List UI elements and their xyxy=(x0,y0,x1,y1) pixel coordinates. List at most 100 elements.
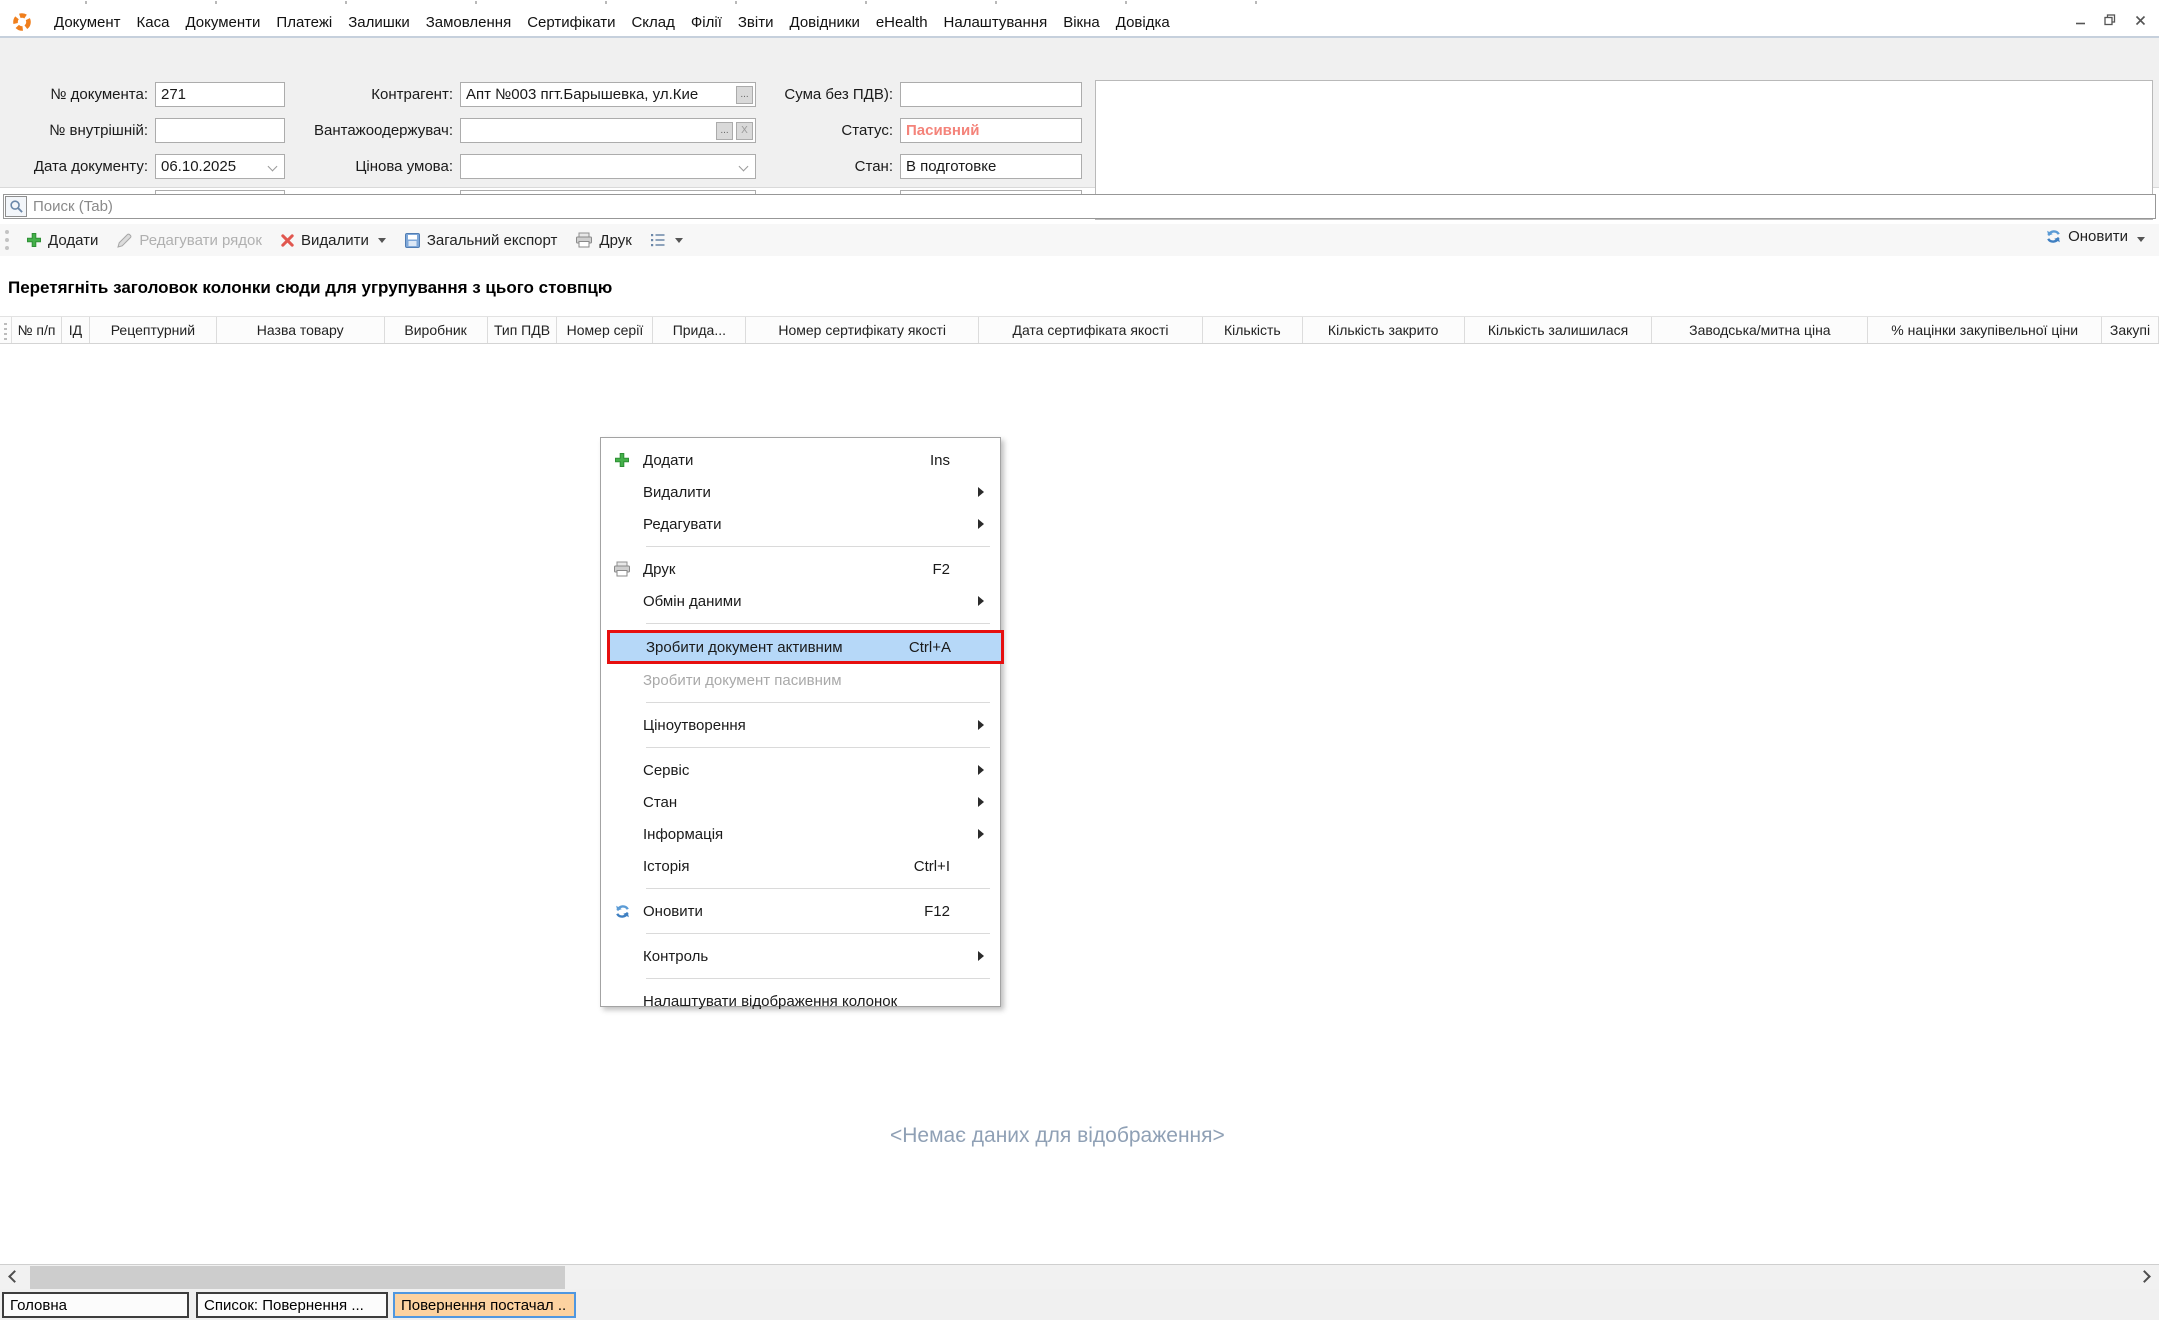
sum-no-vat-label: Сума без ПДВ): xyxy=(740,82,893,107)
context-menu-item[interactable]: Інформація xyxy=(601,818,1000,850)
menubar-item[interactable]: Довідники xyxy=(782,11,868,34)
menubar-item[interactable]: Склад xyxy=(623,11,682,34)
menubar-item[interactable]: Налаштування xyxy=(936,11,1056,34)
column-header[interactable]: ІД xyxy=(62,317,90,343)
menu-item-label: Видалити xyxy=(643,484,1000,501)
menu-separator xyxy=(646,747,990,748)
submenu-arrow-icon xyxy=(978,519,984,529)
menubar-item[interactable]: Каса xyxy=(129,11,178,34)
refresh-icon xyxy=(2045,228,2062,245)
table-header-row: № п/пІДРецептурнийНазва товаруВиробникТи… xyxy=(0,316,2159,344)
menubar-item[interactable]: Замовлення xyxy=(418,11,519,34)
menubar-item[interactable]: Залишки xyxy=(340,11,418,34)
column-header[interactable]: Кількість xyxy=(1203,317,1303,343)
context-menu-item[interactable]: Налаштувати відображення колонок xyxy=(601,985,1000,1017)
menubar-item[interactable]: eHealth xyxy=(868,11,936,34)
bottom-tab[interactable]: Головна xyxy=(2,1292,189,1318)
column-header[interactable]: Номер серії xyxy=(557,317,653,343)
toolbar-button[interactable]: Додати xyxy=(19,228,105,253)
chevron-down-icon xyxy=(378,238,386,243)
close-icon[interactable] xyxy=(2129,10,2151,30)
sum-no-vat-field[interactable] xyxy=(900,82,1082,107)
context-menu-item-highlighted[interactable]: Зробити документ активнимCtrl+A xyxy=(607,630,1004,664)
column-header[interactable]: Виробник xyxy=(385,317,488,343)
context-menu-item[interactable]: Обмін даними xyxy=(601,585,1000,617)
context-menu-item[interactable]: Стан xyxy=(601,786,1000,818)
restore-icon[interactable] xyxy=(2099,10,2121,30)
bottom-tab[interactable]: Повернення постачал .. xyxy=(393,1292,576,1318)
menubar-item[interactable]: Документ xyxy=(46,11,129,34)
doc-date-field[interactable]: 06.10.2025 xyxy=(155,154,285,179)
toolbar-button-label: Друк xyxy=(599,232,631,249)
column-header[interactable]: Кількість закрито xyxy=(1303,317,1465,343)
column-header[interactable]: Закупі xyxy=(2102,317,2159,343)
consignee-field[interactable]: ...X xyxy=(460,118,756,143)
column-header[interactable]: Тип ПДВ xyxy=(488,317,558,343)
menubar-item[interactable]: Платежі xyxy=(268,11,340,34)
price-condition-combobox[interactable] xyxy=(460,154,756,179)
context-menu-item[interactable]: ОновитиF12 xyxy=(601,895,1000,927)
column-header[interactable]: Назва товару xyxy=(217,317,385,343)
horizontal-scrollbar[interactable] xyxy=(0,1264,2159,1289)
context-menu-item[interactable]: Ціноутворення xyxy=(601,709,1000,741)
doc-number-field[interactable]: 271 xyxy=(155,82,285,107)
contractor-field[interactable]: Апт №003 пгт.Барышевка, ул.Кие... xyxy=(460,82,756,107)
context-menu-item[interactable]: Зробити документ пасивним xyxy=(601,664,1000,696)
contractor-value: Апт №003 пгт.Барышевка, ул.Кие xyxy=(466,86,698,103)
context-menu-item[interactable]: ДодатиIns xyxy=(601,444,1000,476)
column-header[interactable]: Дата сертифіката якості xyxy=(979,317,1203,343)
scroll-right-icon[interactable] xyxy=(2138,1270,2151,1283)
bottom-tab[interactable]: Список: Повернення ... xyxy=(196,1292,388,1318)
scrollbar-thumb[interactable] xyxy=(30,1266,565,1289)
toolbar-view-button[interactable] xyxy=(643,229,690,251)
table-content-area[interactable]: <Немає даних для відображення> xyxy=(0,344,2159,1263)
submenu-arrow-icon xyxy=(978,765,984,775)
minimize-icon[interactable] xyxy=(2069,10,2091,30)
toolbar-button[interactable]: Редагувати рядок xyxy=(109,228,269,253)
context-menu-item[interactable]: ДрукF2 xyxy=(601,553,1000,585)
refresh-button[interactable]: Оновити xyxy=(2045,228,2145,245)
menubar-item[interactable]: Довідка xyxy=(1108,11,1178,34)
export-icon xyxy=(404,232,421,249)
menubar-item[interactable]: Сертифікати xyxy=(519,11,623,34)
header-grip-icon[interactable] xyxy=(0,317,12,343)
contractor-label: Контрагент: xyxy=(285,82,453,107)
toolbar-grip[interactable] xyxy=(5,230,9,250)
column-header[interactable]: № п/п xyxy=(12,317,62,343)
consignee-label: Вантажоодержувач: xyxy=(285,118,453,143)
refresh-label: Оновити xyxy=(2068,228,2128,245)
context-menu-item[interactable]: Контроль xyxy=(601,940,1000,972)
menubar-item[interactable]: Звіти xyxy=(730,11,782,34)
menu-separator xyxy=(646,623,990,624)
column-header[interactable]: Кількість залишилася xyxy=(1465,317,1653,343)
context-menu-item[interactable]: Сервіс xyxy=(601,754,1000,786)
search-icon[interactable] xyxy=(5,196,27,217)
doc-number-label: № документа: xyxy=(5,82,148,107)
chevron-down-icon xyxy=(2137,237,2145,242)
search-input[interactable]: Поиск (Tab) xyxy=(3,194,2156,219)
internal-number-field[interactable] xyxy=(155,118,285,143)
menubar-item[interactable]: Філії xyxy=(683,11,730,34)
column-header[interactable]: % націнки закупівельної ціни xyxy=(1868,317,2102,343)
menubar-item[interactable]: Документи xyxy=(177,11,268,34)
context-menu-item[interactable]: Видалити xyxy=(601,476,1000,508)
toolbar-button[interactable]: Загальний експорт xyxy=(397,228,565,253)
groupby-band[interactable]: Перетягніть заголовок колонки сюди для у… xyxy=(0,258,2159,316)
toolbar-button[interactable]: Друк xyxy=(568,228,638,253)
state-label: Стан: xyxy=(740,154,893,179)
price-condition-label: Цінова умова: xyxy=(285,154,453,179)
window-controls xyxy=(2069,10,2151,30)
column-header[interactable]: Рецептурний xyxy=(90,317,217,343)
column-header[interactable]: Прида... xyxy=(653,317,746,343)
column-header[interactable]: Заводська/митна ціна xyxy=(1652,317,1868,343)
context-menu-item[interactable]: Редагувати xyxy=(601,508,1000,540)
menu-item-label: Сервіс xyxy=(643,762,1000,779)
ellipsis-button[interactable]: ... xyxy=(716,122,733,140)
toolbar-button[interactable]: Видалити xyxy=(273,228,393,253)
groupby-hint: Перетягніть заголовок колонки сюди для у… xyxy=(8,278,612,298)
chevron-down-icon[interactable] xyxy=(268,162,278,172)
column-header[interactable]: Номер сертифікату якості xyxy=(746,317,979,343)
scroll-left-icon[interactable] xyxy=(8,1270,21,1283)
context-menu-item[interactable]: ІсторіяCtrl+I xyxy=(601,850,1000,882)
menubar-item[interactable]: Вікна xyxy=(1055,11,1108,34)
